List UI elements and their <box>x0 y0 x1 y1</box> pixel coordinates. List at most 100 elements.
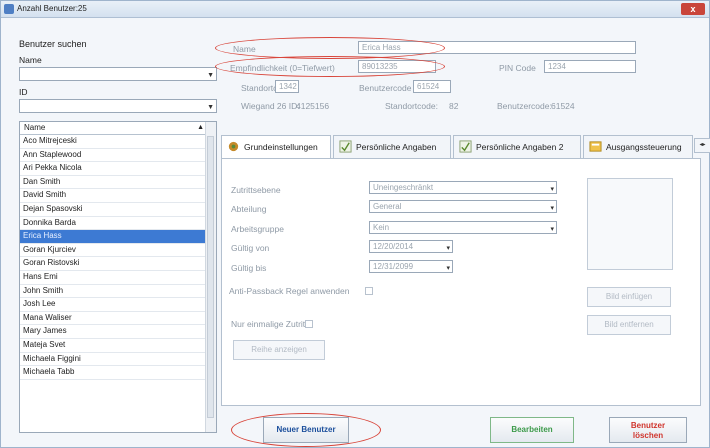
pin-label: PIN Code <box>499 63 536 73</box>
department-label: Abteilung <box>231 204 267 214</box>
workgroup-label: Arbeitsgruppe <box>231 224 284 234</box>
chevron-down-icon[interactable]: ▾ <box>550 203 554 212</box>
list-item[interactable]: Mary James <box>20 325 206 339</box>
workgroup-value: Kein <box>373 223 390 232</box>
search-name-label: Name <box>19 55 42 65</box>
delete-user-button[interactable]: Benutzer löschen <box>609 417 687 443</box>
list-item[interactable]: Ann Staplewood <box>20 149 206 163</box>
list-item[interactable]: Aco Mitrejceski <box>20 135 206 149</box>
user-code-label: Benutzercode <box>359 83 412 93</box>
chevron-down-icon[interactable]: ▾ <box>550 184 554 193</box>
list-item[interactable]: Mana Waliser <box>20 312 206 326</box>
output-icon <box>589 141 602 152</box>
pin-field[interactable]: 1234 <box>544 60 636 73</box>
window-title: Anzahl Benutzer:25 <box>17 4 87 13</box>
search-name-combo[interactable]: ▼ <box>19 67 217 81</box>
name-field[interactable]: Erica Hass <box>358 41 636 54</box>
tab-label: Ausgangssteuerung <box>606 142 682 152</box>
valid-from-value: 12/20/2014 <box>373 242 414 251</box>
show-row-button[interactable]: Reihe anzeigen <box>233 340 325 360</box>
department-value: General <box>373 202 402 211</box>
valid-to-label: Gültig bis <box>231 263 267 273</box>
list-item[interactable]: Michaela Figgini <box>20 353 206 367</box>
list-item[interactable]: Josh Lee <box>20 298 206 312</box>
site-code-value: 1342 <box>279 82 297 91</box>
calendar-dropdown-icon[interactable]: ▾ <box>446 263 450 272</box>
department-select[interactable]: General ▾ <box>369 200 557 213</box>
site-code2-value: 82 <box>449 101 459 111</box>
scrollbar-thumb[interactable] <box>207 136 214 418</box>
delete-line2: löschen <box>632 431 664 440</box>
antipassback-checkbox[interactable] <box>365 287 373 295</box>
tab-grundeinstellungen[interactable]: Grundeinstellungen <box>221 135 331 159</box>
list-item[interactable]: Hans Emi <box>20 271 206 285</box>
list-item[interactable]: Dan Smith <box>20 176 206 190</box>
tab-label: Persönliche Angaben <box>356 142 437 152</box>
list-item[interactable]: Erica Hass <box>20 230 206 244</box>
list-item[interactable]: Mateja Svet <box>20 339 206 353</box>
tab-label: Persönliche Angaben 2 <box>476 142 564 152</box>
one-time-checkbox[interactable] <box>305 320 313 328</box>
search-id-label: ID <box>19 87 28 97</box>
search-heading: Benutzer suchen <box>19 39 87 49</box>
gear-icon <box>228 141 239 152</box>
antipassback-label: Anti-Passback Regel anwenden <box>229 286 350 296</box>
valid-to-field[interactable]: 12/31/2099 ▾ <box>369 260 453 273</box>
list-item[interactable]: John Smith <box>20 285 206 299</box>
new-user-button[interactable]: Neuer Benutzer <box>263 417 349 443</box>
one-time-label: Nur einmalige Zutrit <box>231 319 306 329</box>
valid-from-label: Gültig von <box>231 243 270 253</box>
workgroup-select[interactable]: Kein ▾ <box>369 221 557 234</box>
list-item[interactable]: David Smith <box>20 189 206 203</box>
user-code2-value: 61524 <box>551 101 575 111</box>
remove-image-button[interactable]: Bild entfernen <box>587 315 671 335</box>
tab-persoenliche-angaben[interactable]: Persönliche Angaben <box>333 135 451 159</box>
list-column-header[interactable]: Name ▲ <box>20 122 216 135</box>
tab-scroll-arrows[interactable]: ◂▸ <box>694 138 710 153</box>
access-level-select[interactable]: Uneingeschränkt ▾ <box>369 181 557 194</box>
card-label: Empfindlichkeit (0=Tiefwert) <box>230 63 335 73</box>
checklist-icon <box>339 140 352 153</box>
app-window: Anzahl Benutzer:25 x Benutzer suchen Nam… <box>0 0 710 448</box>
tab-ausgangssteuerung[interactable]: Ausgangssteuerung <box>583 135 693 159</box>
tab-persoenliche-angaben-2[interactable]: Persönliche Angaben 2 <box>453 135 581 159</box>
user-code-value: 61524 <box>417 82 440 91</box>
edit-button[interactable]: Bearbeiten <box>490 417 574 443</box>
site-code-field[interactable]: 1342 <box>275 80 299 93</box>
access-level-value: Uneingeschränkt <box>373 183 434 192</box>
delete-line1: Benutzer <box>630 421 666 430</box>
list-item[interactable]: Goran Kjurciev <box>20 244 206 258</box>
valid-to-value: 12/31/2099 <box>373 262 414 271</box>
chevron-down-icon[interactable]: ▼ <box>207 102 214 112</box>
close-button[interactable]: x <box>681 3 705 15</box>
insert-image-button[interactable]: Bild einfügen <box>587 287 671 307</box>
list-item[interactable]: Goran Ristovski <box>20 257 206 271</box>
name-value: Erica Hass <box>362 43 401 52</box>
search-id-combo[interactable]: ▼ <box>19 99 217 113</box>
name-label: Name <box>233 44 256 54</box>
wiegand-value: 4125156 <box>296 101 330 111</box>
list-item[interactable]: Ari Pekka Nicola <box>20 162 206 176</box>
user-picture-box <box>587 178 673 270</box>
tab-label: Grundeinstellungen <box>244 142 318 152</box>
card-field[interactable]: 89013235 <box>358 60 436 73</box>
wiegand-label: Wiegand 26 ID: <box>241 101 300 111</box>
access-level-label: Zutrittsebene <box>231 185 281 195</box>
site-code2-label: Standortcode: <box>385 101 438 111</box>
valid-from-field[interactable]: 12/20/2014 ▾ <box>369 240 453 253</box>
card-value: 89013235 <box>362 62 398 71</box>
sort-arrow-icon: ▲ <box>197 124 204 131</box>
calendar-dropdown-icon[interactable]: ▾ <box>446 243 450 252</box>
user-code-field[interactable]: 61524 <box>413 80 451 93</box>
checklist-icon <box>459 140 472 153</box>
chevron-down-icon[interactable]: ▼ <box>207 70 214 80</box>
list-item[interactable]: Dejan Spasovski <box>20 203 206 217</box>
list-scrollbar[interactable] <box>205 122 216 432</box>
list-item[interactable]: Michaela Tabb <box>20 366 206 380</box>
list-item[interactable]: Donnika Barda <box>20 217 206 231</box>
user-list[interactable]: Name ▲ Aco Mitrejceski Ann Staplewood Ari … <box>19 121 217 433</box>
list-header-label: Name <box>24 123 46 132</box>
pin-value: 1234 <box>548 62 566 71</box>
chevron-down-icon[interactable]: ▾ <box>550 224 554 233</box>
app-icon <box>4 4 14 14</box>
